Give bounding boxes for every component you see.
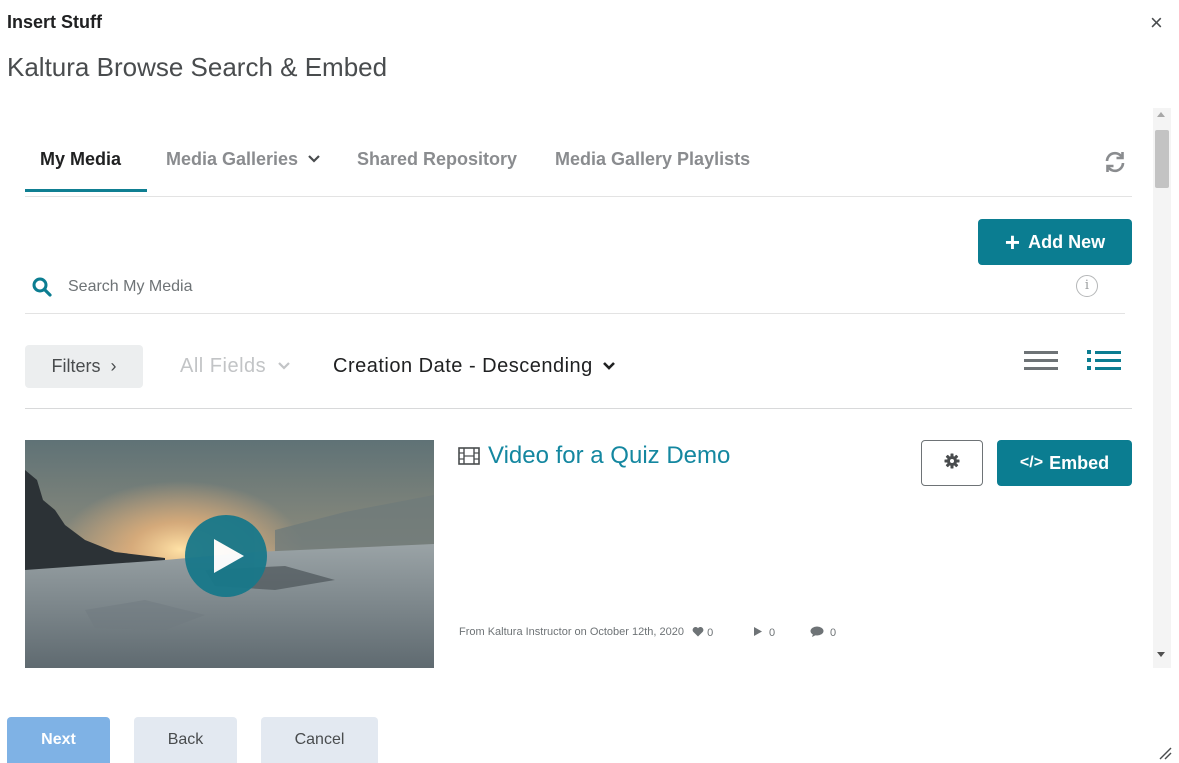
dialog-subtitle: Kaltura Browse Search & Embed: [7, 52, 388, 82]
active-tab-indicator: [25, 189, 147, 192]
chevron-right-icon: ›: [110, 356, 117, 376]
tab-my-media[interactable]: My Media: [40, 149, 121, 170]
plays-value: 0: [769, 627, 776, 639]
search-input[interactable]: [68, 275, 968, 299]
entry-meta: From Kaltura Instructor on October 12th,…: [459, 626, 685, 638]
embed-label: Embed: [1049, 452, 1110, 473]
compact-view-icon[interactable]: [1022, 348, 1060, 374]
refresh-icon[interactable]: [1101, 148, 1129, 176]
add-new-label: Add New: [1028, 231, 1106, 252]
entry-title-link[interactable]: Video for a Quiz Demo: [458, 442, 730, 470]
scrollbar[interactable]: [1153, 108, 1171, 668]
search-bar: i: [25, 266, 1125, 314]
chevron-down-icon: [308, 151, 320, 166]
entry-settings-button[interactable]: [921, 440, 983, 486]
filters-label: Filters: [51, 356, 101, 376]
chevron-down-icon: [599, 355, 615, 377]
tab-label: Shared Repository: [357, 149, 518, 169]
dialog-title: Insert Stuff: [7, 12, 103, 32]
next-button[interactable]: Next: [7, 717, 110, 763]
likes-value: 0: [707, 627, 714, 639]
close-icon[interactable]: ×: [1150, 12, 1163, 34]
sort-label: Creation Date - Descending: [333, 355, 593, 377]
code-icon: </>: [1019, 454, 1044, 471]
scroll-up-arrow[interactable]: [1157, 112, 1165, 117]
play-count-icon: [754, 627, 762, 636]
detailed-list-view-icon[interactable]: [1085, 348, 1123, 374]
cancel-button[interactable]: Cancel: [261, 717, 378, 763]
plays-count: 0: [753, 626, 775, 639]
scroll-down-arrow[interactable]: [1157, 652, 1165, 657]
tab-media-galleries[interactable]: Media Galleries: [166, 149, 320, 170]
embed-button[interactable]: </> Embed: [997, 440, 1132, 486]
film-icon: [458, 444, 480, 465]
comments-value: 0: [830, 627, 837, 639]
resize-handle-icon[interactable]: [1156, 744, 1172, 760]
plus-icon: +: [1004, 227, 1021, 257]
play-icon[interactable]: [185, 515, 267, 597]
tab-label: Media Gallery Playlists: [555, 149, 751, 169]
heart-icon: [692, 627, 704, 637]
entry-title: Video for a Quiz Demo: [488, 442, 731, 469]
tab-label: Media Galleries: [166, 149, 299, 169]
filters-button[interactable]: Filters ›: [25, 345, 143, 388]
all-fields-dropdown[interactable]: All Fields: [180, 355, 290, 378]
divider: [25, 408, 1132, 409]
content-frame: My Media Media Galleries Shared Reposito…: [0, 108, 1150, 668]
tab-shared-repository[interactable]: Shared Repository: [357, 149, 517, 170]
all-fields-label: All Fields: [180, 355, 267, 377]
media-tabs: My Media Media Galleries Shared Reposito…: [25, 108, 1132, 197]
gear-icon: [944, 453, 960, 474]
scrollbar-thumb[interactable]: [1155, 130, 1169, 188]
tab-label: My Media: [40, 149, 122, 169]
info-icon[interactable]: i: [1076, 275, 1098, 297]
comments-count: 0: [810, 626, 836, 639]
video-thumbnail[interactable]: [25, 440, 434, 668]
sort-dropdown[interactable]: Creation Date - Descending: [333, 355, 615, 378]
comment-icon: [810, 626, 824, 637]
add-new-button[interactable]: + Add New: [978, 219, 1132, 265]
search-icon: [31, 276, 53, 298]
back-button[interactable]: Back: [134, 717, 237, 763]
likes-count: 0: [692, 626, 713, 639]
chevron-down-icon: [272, 355, 290, 377]
tab-media-gallery-playlists[interactable]: Media Gallery Playlists: [555, 149, 750, 170]
